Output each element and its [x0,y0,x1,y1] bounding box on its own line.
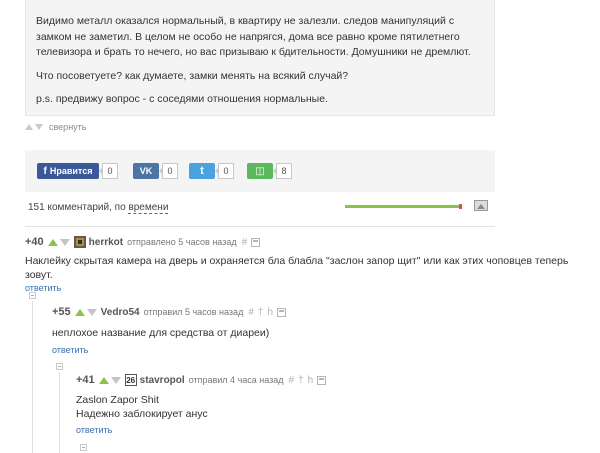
twitter-share-button[interactable]: t [189,163,215,179]
save-icon[interactable] [277,307,287,317]
post-text: Видимо металл оказался нормальный, в ква… [36,14,491,116]
sort-by-time-link[interactable]: времени [128,202,169,214]
comment-body-line: Надежно заблокирует анус [76,408,208,420]
read-progress-bar [345,205,459,208]
save-icon[interactable] [251,237,261,247]
comment-header: +55 Vedro54 отправил 5 часов назад # † h [52,305,592,319]
reply-link[interactable]: ответить [76,425,586,435]
facebook-icon: f [43,165,47,177]
post-paragraph: Что посоветуете? как думаете, замки меня… [36,69,349,82]
vk-share[interactable]: VK 0 [133,163,178,179]
comment: +55 Vedro54 отправил 5 часов назад # † h… [52,305,592,355]
post-body: Видимо металл оказался нормальный, в ква… [25,0,495,116]
vote-down-icon[interactable] [110,376,121,384]
vote-up-icon[interactable] [74,308,85,316]
divider [25,226,495,227]
vote-down-icon[interactable] [86,308,97,316]
thread-collapse-button[interactable] [56,363,63,370]
comment-body: Наклейку скрытая камера на дверь и охран… [25,255,569,281]
comment: +40 herrkot отправлено 5 часов назад # Н… [25,235,595,293]
avatar-image [73,236,86,248]
thread-collapse-button[interactable] [29,292,36,299]
parent-link[interactable]: † [258,307,264,318]
comment-author[interactable]: stavropol [140,375,185,386]
comment-permalink[interactable]: # [248,307,254,318]
hide-link[interactable]: h [267,307,273,318]
save-count: 8 [273,163,292,179]
thread-line [32,301,33,453]
comment-timestamp: отправил 4 часа назад [188,375,284,385]
vk-icon: VK [139,166,153,176]
ok-share[interactable]: ◫ 8 [247,163,292,179]
hide-link[interactable]: h [308,375,314,386]
collapse-link[interactable]: свернуть [49,122,86,132]
save-icon: ◫ [255,165,265,177]
twitter-count: 0 [215,163,234,179]
post-paragraph: Видимо металл оказался нормальный, в ква… [36,15,471,58]
comment-permalink[interactable]: # [242,237,248,248]
comments-header: 151 комментарий, по времени [25,200,495,216]
facebook-like-button[interactable]: f Нравится [37,163,99,179]
vote-down-icon[interactable] [35,124,43,130]
vk-share-button[interactable]: VK [133,163,159,179]
comment: +41 26 stavropol отправил 4 часа назад #… [76,373,586,435]
avatar[interactable]: 26 [124,374,137,386]
save-share-button[interactable]: ◫ [247,163,273,179]
facebook-share[interactable]: f Нравится 0 [37,163,118,179]
reply-link[interactable]: ответить [52,345,592,355]
comment-rating: +40 [25,236,44,248]
reply-link[interactable]: ответить [25,283,595,293]
comments-count: 151 комментарий, по времени [28,202,169,214]
comments-count-text: 151 комментарий, по [28,202,129,213]
comment-author[interactable]: Vedro54 [101,307,140,318]
image-icon[interactable] [474,200,488,211]
vote-up-icon[interactable] [25,124,33,130]
vote-up-icon[interactable] [98,376,109,384]
vk-count: 0 [159,163,178,179]
comment-timestamp: отправил 5 часов назад [143,307,244,317]
twitter-share[interactable]: t 0 [189,163,234,179]
share-bar: f Нравится 0 VK 0 t 0 ◫ 8 [25,150,495,192]
post-paragraph: p.s. предвижу вопрос - с соседями отноше… [36,93,328,105]
comment-body-line: Zaslon Zapor Shit [76,394,159,406]
comment-header: +41 26 stavropol отправил 4 часа назад #… [76,373,586,387]
comment-author[interactable]: herrkot [89,237,123,248]
thread-collapse-button[interactable] [80,444,87,451]
comment-rating: +55 [52,306,71,318]
vote-up-icon[interactable] [47,238,58,246]
comment-timestamp: отправлено 5 часов назад [127,237,237,247]
comment-body: неплохое название для средства от диареи… [52,327,270,339]
avatar[interactable] [73,236,86,248]
save-icon[interactable] [317,375,327,385]
post-vote-collapse: свернуть [25,121,86,133]
read-progress-marker [459,204,462,209]
comment-header: +40 herrkot отправлено 5 часов назад # [25,235,595,249]
facebook-like-label: Нравится [49,166,93,176]
comment-permalink[interactable]: # [289,375,295,386]
facebook-count: 0 [99,163,118,179]
comment-rating: +41 [76,374,95,386]
parent-link[interactable]: † [298,375,304,386]
thread-line [59,372,60,453]
vote-down-icon[interactable] [59,238,70,246]
twitter-icon: t [200,165,204,177]
